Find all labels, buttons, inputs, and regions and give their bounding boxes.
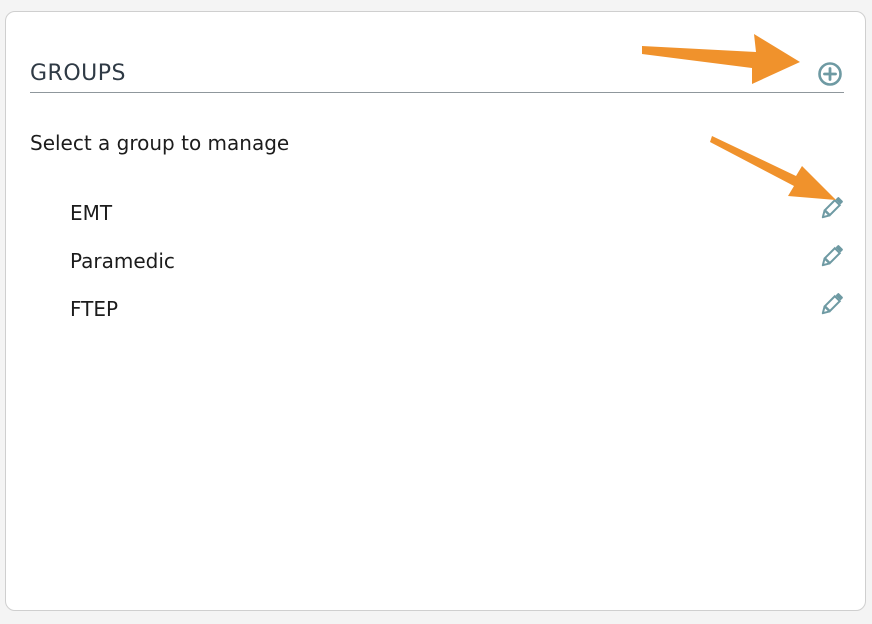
groups-panel: GROUPS Select a group to manage EMT Para…	[5, 11, 866, 611]
group-name-paramedic[interactable]: Paramedic	[70, 248, 175, 274]
pencil-icon	[821, 293, 843, 315]
pencil-icon	[821, 245, 843, 267]
plus-circle-icon	[818, 62, 842, 86]
edit-group-button-paramedic[interactable]	[818, 242, 846, 270]
edit-group-button-emt[interactable]	[818, 194, 846, 222]
add-group-button[interactable]	[817, 61, 843, 87]
group-list: EMT Paramedic FTEP	[6, 190, 867, 334]
group-name-ftep[interactable]: FTEP	[70, 296, 118, 322]
group-row: EMT	[6, 190, 867, 238]
screen: GROUPS Select a group to manage EMT Para…	[0, 0, 872, 624]
instructions-text: Select a group to manage	[30, 131, 290, 155]
group-row: FTEP	[6, 286, 867, 334]
group-row: Paramedic	[6, 238, 867, 286]
pencil-icon	[821, 197, 843, 219]
panel-header: GROUPS	[30, 58, 844, 93]
panel-title: GROUPS	[30, 61, 126, 86]
edit-group-button-ftep[interactable]	[818, 290, 846, 318]
group-name-emt[interactable]: EMT	[70, 200, 112, 226]
